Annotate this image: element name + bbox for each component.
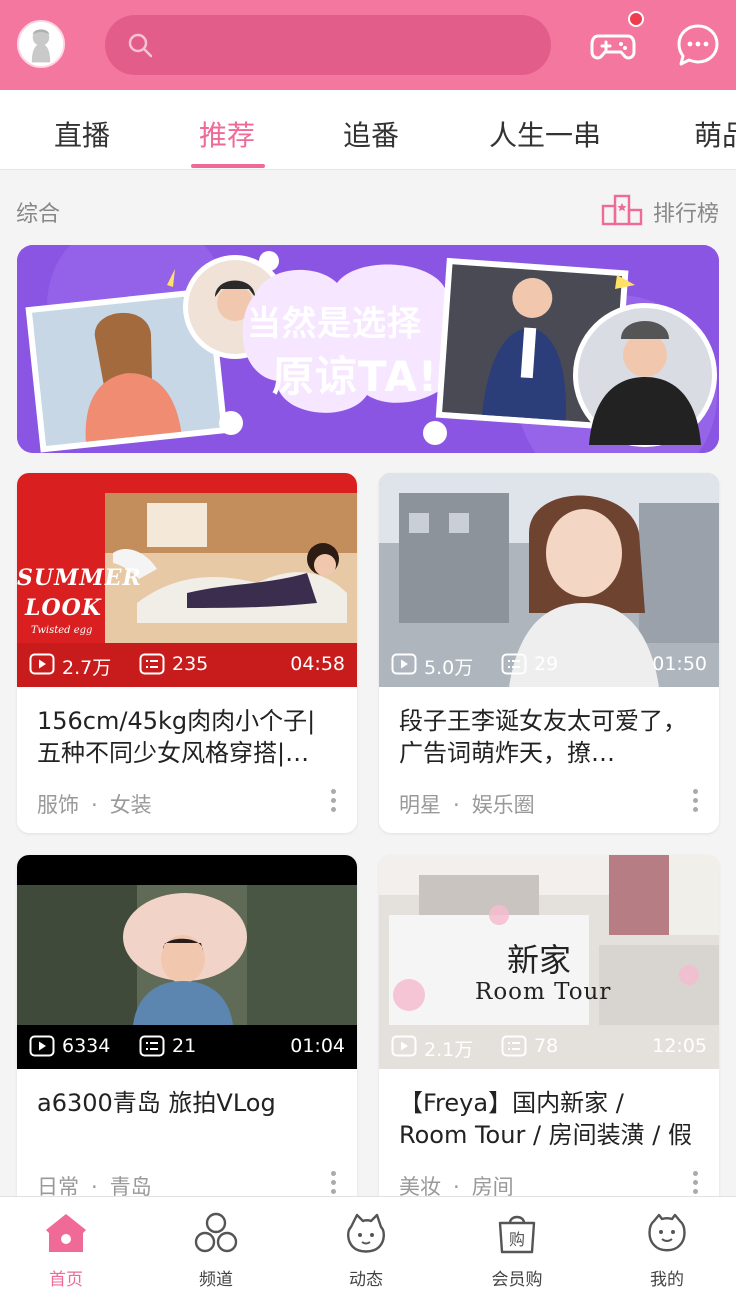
tab-live[interactable]: 直播 <box>54 114 110 154</box>
tag[interactable]: 明星 <box>399 793 441 817</box>
nav-label: 首页 <box>49 1270 83 1290</box>
nav-activity[interactable]: 动态 <box>326 1211 406 1290</box>
video-duration: 12:05 <box>652 1035 707 1057</box>
play-count-icon <box>29 653 55 675</box>
banner-headline-1: 当然是选择 <box>247 304 422 344</box>
channels-icon <box>194 1212 238 1253</box>
section-title: 综合 <box>16 202 61 227</box>
thumb-text: Room Tour <box>475 979 612 1005</box>
search-input[interactable] <box>165 25 535 65</box>
more-options-icon[interactable] <box>691 789 699 817</box>
nav-channels[interactable]: 频道 <box>176 1211 256 1290</box>
banner-headline-2: 原谅TA! <box>272 352 439 401</box>
app: 直播 推荐 追番 人生一串 萌品 综合 排行榜 <box>0 0 736 1290</box>
danmaku-count: 78 <box>534 1035 559 1057</box>
nav-label: 动态 <box>349 1270 383 1290</box>
tag[interactable]: 娱乐圈 <box>472 793 535 817</box>
video-title: 156cm/45kg肉肉小个子|五种不同少女风格穿搭|… <box>37 707 316 767</box>
video-stats: 2.1万 78 12:05 <box>379 1025 719 1069</box>
more-options-icon[interactable] <box>691 1171 699 1199</box>
video-duration: 04:58 <box>290 653 345 675</box>
activity-icon <box>347 1213 385 1253</box>
thumb-text: SUMMER <box>17 565 142 591</box>
danmaku-count: 29 <box>534 653 559 675</box>
video-duration: 01:04 <box>290 1035 345 1057</box>
ranking-icon <box>601 194 643 226</box>
danmaku-count-icon <box>139 653 165 675</box>
tag[interactable]: 女装 <box>110 793 152 817</box>
shop-bag-icon: 购 <box>498 1215 536 1254</box>
video-title: 【Freya】国内新家 / Room Tour / 房间装潢 / 假北… <box>399 1089 693 1149</box>
more-options-icon[interactable] <box>329 789 337 817</box>
play-count: 6334 <box>62 1035 111 1057</box>
avatar[interactable] <box>17 20 65 68</box>
search-bar[interactable] <box>105 15 551 75</box>
danmaku-count-icon <box>501 653 527 675</box>
home-icon <box>46 1214 86 1252</box>
tab-recommended[interactable]: 推荐 <box>199 114 255 154</box>
nav-shop[interactable]: 购 会员购 <box>477 1211 557 1290</box>
nav-label: 频道 <box>199 1270 233 1290</box>
search-icon <box>128 33 153 58</box>
thumb-text: LOOK <box>25 595 102 621</box>
top-bar <box>0 0 736 90</box>
play-count-icon <box>391 1035 417 1057</box>
video-card[interactable]: 5.0万 29 01:50 段子王李诞女友太可爱了，广告词萌炸天，撩… 明星 · 娱… <box>379 473 719 833</box>
video-card[interactable]: SUMMER LOOK Twisted egg 2.7万 235 04:58 1… <box>17 473 357 833</box>
video-stats: 5.0万 29 01:50 <box>379 643 719 687</box>
message-icon[interactable] <box>675 22 721 68</box>
danmaku-count-icon <box>501 1035 527 1057</box>
video-stats: 2.7万 235 04:58 <box>17 643 357 687</box>
nav-label: 我的 <box>650 1270 684 1290</box>
video-card[interactable]: 新家 Room Tour 2.1万 78 12:05 【Freya】国内新家 /… <box>379 855 719 1215</box>
play-count: 2.1万 <box>424 1039 474 1061</box>
bottom-navigation: 首页 频道 动态 购 会员购 我的 <box>0 1196 736 1290</box>
danmaku-count-icon <box>139 1035 165 1057</box>
thumb-text: 新家 <box>507 941 572 979</box>
active-tab-indicator <box>191 164 265 168</box>
tab-life[interactable]: 人生一串 <box>489 114 601 154</box>
play-count: 5.0万 <box>424 657 474 679</box>
profile-face-icon <box>648 1213 686 1252</box>
thumb-text: Twisted egg <box>31 625 93 636</box>
nav-me[interactable]: 我的 <box>627 1211 707 1290</box>
tab-anime[interactable]: 追番 <box>343 114 399 154</box>
video-duration: 01:50 <box>652 653 707 675</box>
video-tags: 明星 · 娱乐圈 <box>399 793 535 817</box>
svg-text:购: 购 <box>509 1230 525 1249</box>
nav-label: 会员购 <box>491 1270 543 1290</box>
video-tags: 服饰 · 女装 <box>37 793 152 817</box>
play-count: 2.7万 <box>62 657 112 679</box>
play-count-icon <box>29 1035 55 1057</box>
tag[interactable]: 服饰 <box>37 793 79 817</box>
tab-cute[interactable]: 萌品 <box>694 114 736 154</box>
nav-home[interactable]: 首页 <box>26 1211 106 1290</box>
video-title: a6300青岛 旅拍VLog <box>37 1089 276 1117</box>
ranking-label: 排行榜 <box>653 202 720 227</box>
danmaku-count: 235 <box>172 653 209 675</box>
game-controller-icon[interactable] <box>590 22 636 68</box>
ranking-button[interactable]: 排行榜 <box>601 194 723 228</box>
notification-dot <box>628 11 644 27</box>
video-card[interactable]: 6334 21 01:04 a6300青岛 旅拍VLog 日常 · 青岛 <box>17 855 357 1215</box>
video-stats: 6334 21 01:04 <box>17 1025 357 1069</box>
category-tabs: 直播 推荐 追番 人生一串 萌品 <box>0 90 736 170</box>
play-count-icon <box>391 653 417 675</box>
more-options-icon[interactable] <box>329 1171 337 1199</box>
video-title: 段子王李诞女友太可爱了，广告词萌炸天，撩… <box>399 707 687 767</box>
danmaku-count: 21 <box>172 1035 197 1057</box>
